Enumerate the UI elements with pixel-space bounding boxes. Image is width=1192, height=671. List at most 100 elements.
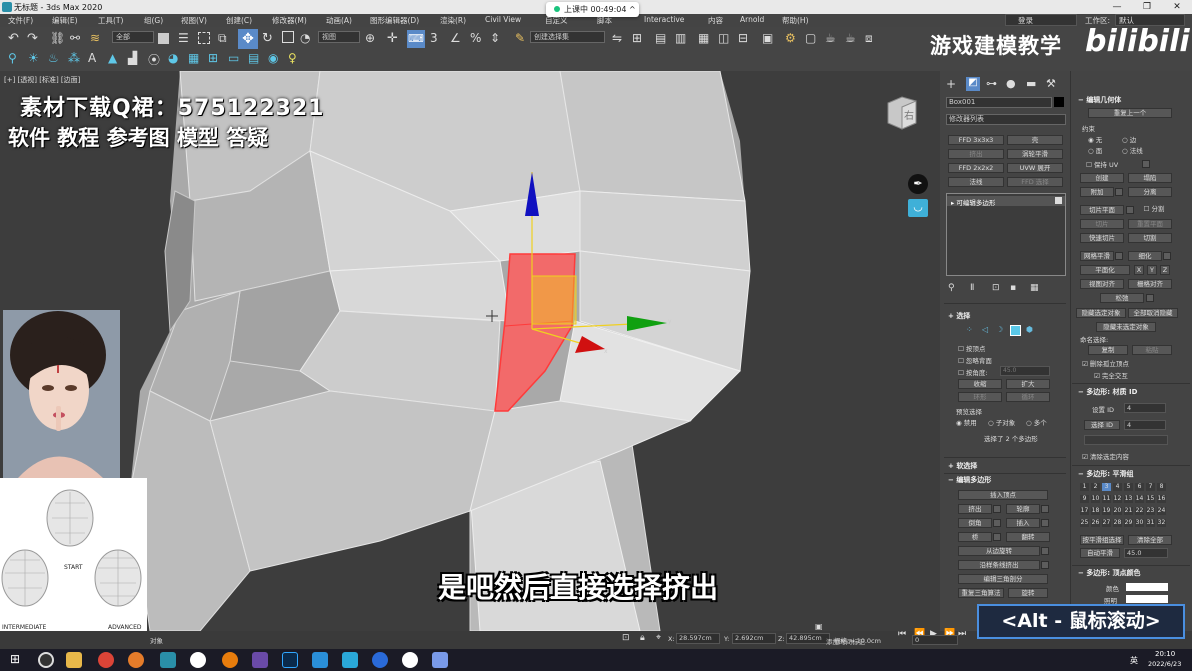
- by-angle-checkbox[interactable]: ☐ 按角度:: [958, 367, 988, 377]
- named-selection-dropdown[interactable]: 创建选择集: [530, 31, 605, 43]
- pivot-center-icon[interactable]: ⊕: [365, 31, 381, 47]
- photoshop-icon[interactable]: [282, 652, 298, 668]
- grid-icon[interactable]: ▦: [188, 51, 204, 67]
- quickslice-button[interactable]: 快速切片: [1080, 233, 1124, 243]
- select-manipulate-icon[interactable]: ✛: [387, 31, 403, 47]
- z-coord-field[interactable]: 42.895cm: [786, 633, 830, 644]
- motion-tab-icon[interactable]: ●: [1006, 77, 1022, 93]
- material-editor-icon[interactable]: ▣: [762, 31, 778, 47]
- select-by-name-icon[interactable]: ☰: [178, 31, 194, 47]
- vertex-level-icon[interactable]: ⁘: [966, 325, 973, 334]
- align-icon[interactable]: ⊞: [632, 31, 648, 47]
- app-diamond-icon[interactable]: [342, 652, 358, 668]
- create-button[interactable]: 创建: [1080, 173, 1124, 183]
- split-checkbox[interactable]: ☐ 分割: [1136, 205, 1172, 215]
- input-language[interactable]: 英: [1130, 655, 1138, 666]
- sg-14[interactable]: 14: [1135, 495, 1144, 503]
- illumination-swatch[interactable]: [1126, 595, 1168, 603]
- file-explorer-icon[interactable]: [66, 652, 82, 668]
- windows-start-icon[interactable]: ⊞: [10, 652, 26, 668]
- smoothing-groups-rollout-title[interactable]: − 多边形: 平滑组: [1078, 469, 1134, 479]
- render-iterative-icon[interactable]: ☕: [845, 31, 861, 47]
- sg-30[interactable]: 30: [1135, 519, 1144, 527]
- sg-13[interactable]: 13: [1124, 495, 1133, 503]
- percent-snap-icon[interactable]: %: [470, 31, 486, 47]
- rect-region-icon[interactable]: [198, 32, 210, 44]
- sg-1[interactable]: 1: [1080, 483, 1089, 491]
- viewport-label[interactable]: [+] [透视] [标准] [边面]: [4, 75, 80, 85]
- pin-stack-icon[interactable]: ⚲: [948, 283, 964, 299]
- tessellate-settings-icon[interactable]: [1163, 252, 1171, 260]
- app-sub-icon[interactable]: [432, 652, 448, 668]
- ribbon-toggle-icon[interactable]: ▦: [698, 31, 714, 47]
- constraint-none-radio[interactable]: ◉ 无: [1088, 134, 1102, 144]
- eye-icon[interactable]: ◉: [268, 51, 284, 67]
- ffd2-button[interactable]: FFD 2x2x2: [948, 163, 1004, 173]
- select-id-spinner[interactable]: 4: [1124, 420, 1166, 430]
- 3dsmax-taskbar-icon[interactable]: [160, 652, 176, 668]
- remove-modifier-icon[interactable]: ▪: [1010, 283, 1026, 299]
- sg-18[interactable]: 18: [1091, 507, 1100, 515]
- preserve-uv-checkbox[interactable]: ☐ 保持 UV: [1086, 159, 1118, 169]
- inset-button[interactable]: 插入: [1006, 518, 1040, 528]
- place-icon[interactable]: ◔: [300, 31, 316, 47]
- collapse-button[interactable]: 塌陷: [1128, 173, 1172, 183]
- outline-button[interactable]: 轮廓: [1006, 504, 1040, 514]
- by-vertex-checkbox[interactable]: ☐ 按顶点: [958, 343, 985, 353]
- sg-3[interactable]: 3: [1102, 483, 1111, 491]
- preview-multi-radio[interactable]: ○ 多个: [1026, 417, 1047, 427]
- y-coord-field[interactable]: 2.692cm: [732, 633, 776, 644]
- sg-10[interactable]: 10: [1091, 495, 1100, 503]
- sg-28[interactable]: 28: [1113, 519, 1122, 527]
- keyboard-shortcut-override-icon[interactable]: ⌨: [407, 30, 425, 48]
- lock-icon[interactable]: ⊡: [622, 633, 630, 643]
- meshsmooth-button[interactable]: 网格平滑: [1080, 251, 1114, 261]
- utilities-tab-icon[interactable]: ⚒: [1046, 77, 1062, 93]
- meshsmooth-settings-icon[interactable]: [1115, 252, 1123, 260]
- planar-y-button[interactable]: Y: [1147, 265, 1157, 275]
- add-time-tag-label[interactable]: 添加时间标记: [826, 636, 865, 646]
- sg-25[interactable]: 25: [1080, 519, 1089, 527]
- stack-toggle-icon[interactable]: [1055, 197, 1062, 204]
- spinner-snap-icon[interactable]: ⇕: [490, 31, 506, 47]
- configure-sets-icon[interactable]: ▦: [1030, 283, 1046, 299]
- schematic-view-icon[interactable]: ⊟: [738, 31, 754, 47]
- paste-button[interactable]: 粘贴: [1132, 345, 1172, 355]
- view-align-button[interactable]: 视图对齐: [1080, 279, 1124, 289]
- menu-rendering[interactable]: 渲染(R): [440, 15, 466, 26]
- sg-31[interactable]: 31: [1146, 519, 1155, 527]
- sg-32[interactable]: 32: [1157, 519, 1166, 527]
- stack-icon[interactable]: ▟: [128, 51, 144, 67]
- select-object-icon[interactable]: [158, 33, 169, 44]
- extrude-spline-settings-icon[interactable]: [1041, 561, 1049, 569]
- sg-11[interactable]: 11: [1102, 495, 1111, 503]
- edge-level-icon[interactable]: ◁: [982, 325, 988, 334]
- shell-button[interactable]: 壳: [1007, 135, 1063, 145]
- scale-icon[interactable]: [282, 31, 294, 43]
- sg-22[interactable]: 22: [1135, 507, 1144, 515]
- modifier-stack[interactable]: ▸ 可编辑多边形: [946, 193, 1066, 276]
- layer-explorer-icon[interactable]: ▥: [675, 31, 691, 47]
- move-icon[interactable]: ✥: [238, 29, 258, 49]
- clock-time[interactable]: 20:10: [1155, 650, 1175, 658]
- sg-8[interactable]: 8: [1157, 483, 1166, 491]
- turn-button[interactable]: 旋转: [1008, 588, 1048, 598]
- retriangulate-button[interactable]: 重复三角算法: [958, 588, 1004, 598]
- relax-settings-icon[interactable]: [1146, 294, 1154, 302]
- menu-graph-editors[interactable]: 图形编辑器(D): [370, 15, 419, 26]
- constraint-face-radio[interactable]: ○ 面: [1088, 145, 1102, 155]
- extrude-settings-icon[interactable]: [993, 505, 1001, 513]
- full-interactivity-checkbox[interactable]: ☑ 完全交互: [1094, 370, 1128, 380]
- preview-off-radio[interactable]: ◉ 禁用: [956, 417, 977, 427]
- sun-icon[interactable]: ☀: [28, 51, 44, 67]
- soft-selection-rollout-title[interactable]: + 软选择: [948, 461, 977, 471]
- polygon-level-icon[interactable]: [1010, 325, 1021, 336]
- detach-button[interactable]: 分离: [1128, 187, 1172, 197]
- current-frame-field[interactable]: 0: [912, 635, 958, 645]
- link-icon[interactable]: ⛓: [50, 31, 66, 47]
- flip-button[interactable]: 翻转: [1006, 532, 1050, 542]
- app-picture-icon[interactable]: [312, 652, 328, 668]
- modify-tab-icon[interactable]: ◩: [966, 77, 980, 91]
- render-cloud-icon[interactable]: ⧈: [865, 31, 881, 47]
- sg-9[interactable]: 9: [1080, 495, 1089, 503]
